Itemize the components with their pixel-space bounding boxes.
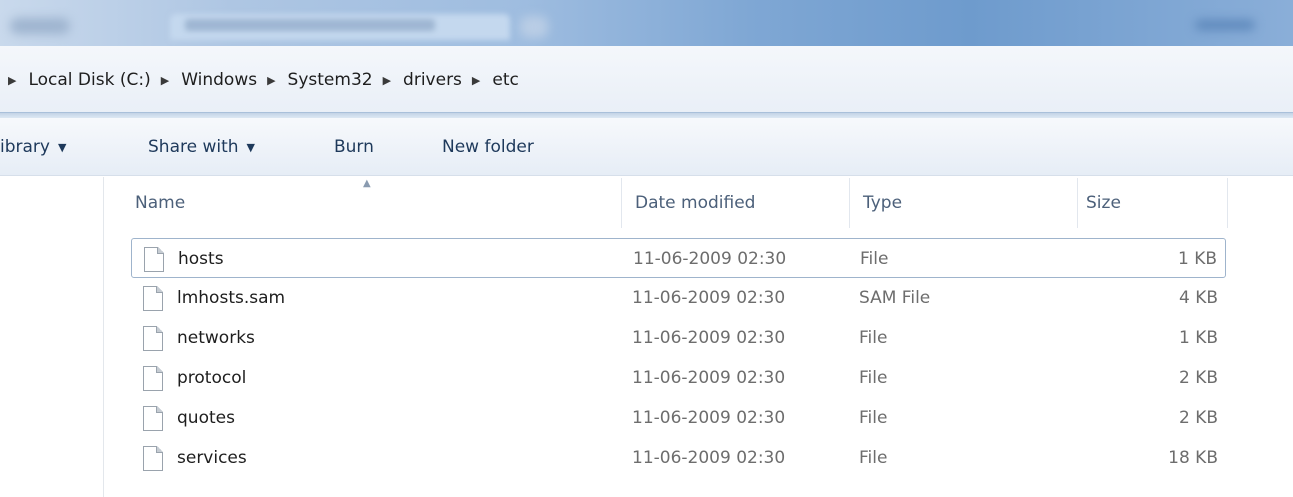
file-size: 1 KB <box>1177 249 1217 269</box>
share-with-label: Share with <box>148 137 239 157</box>
new-folder-label: New folder <box>442 137 534 157</box>
file-row-hosts[interactable]: hosts 11-06-2009 02:30 File 1 KB <box>131 238 1226 278</box>
file-type: File <box>859 408 888 428</box>
file-icon <box>143 406 163 431</box>
file-icon <box>143 366 163 391</box>
file-date-modified: 11-06-2009 02:30 <box>632 328 786 348</box>
file-name: quotes <box>177 408 235 428</box>
column-header-row: ▲ Name Date modified Type Size <box>105 178 1293 228</box>
file-type: File <box>860 249 889 269</box>
file-name: lmhosts.sam <box>177 288 286 308</box>
file-size: 4 KB <box>1178 288 1218 308</box>
file-row-protocol[interactable]: protocol 11-06-2009 02:30 File 2 KB <box>131 358 1226 398</box>
file-name: services <box>177 448 247 468</box>
file-date-modified: 11-06-2009 02:30 <box>632 408 786 428</box>
column-header-size-label: Size <box>1086 193 1121 213</box>
new-folder-button[interactable]: New folder <box>442 132 534 162</box>
include-in-library-label: ibrary <box>0 137 50 157</box>
window-controls[interactable] <box>1195 20 1255 30</box>
burn-label: Burn <box>334 137 374 157</box>
file-date-modified: 11-06-2009 02:30 <box>632 448 786 468</box>
navigation-pane[interactable] <box>0 177 104 497</box>
column-header-name-label: Name <box>135 193 186 213</box>
file-date-modified: 11-06-2009 02:30 <box>633 249 787 269</box>
share-with-button[interactable]: Share with ▼ <box>148 132 255 162</box>
column-header-size[interactable]: Size <box>1078 178 1228 228</box>
breadcrumb[interactable]: ▶ Local Disk (C:) ▶ Windows ▶ System32 ▶… <box>8 60 1293 100</box>
breadcrumb-chevron-icon[interactable]: ▶ <box>383 74 391 87</box>
file-name: hosts <box>178 249 224 269</box>
column-header-name[interactable]: Name <box>105 178 622 228</box>
browser-tab-title <box>185 19 435 31</box>
breadcrumb-chevron-icon[interactable]: ▶ <box>8 74 16 87</box>
breadcrumb-chevron-icon[interactable]: ▶ <box>161 74 169 87</box>
chevron-down-icon: ▼ <box>57 140 67 154</box>
breadcrumb-etc[interactable]: etc <box>488 70 522 90</box>
file-name: protocol <box>177 368 247 388</box>
file-type: File <box>859 368 888 388</box>
burn-button[interactable]: Burn <box>334 132 374 162</box>
file-icon <box>144 247 164 272</box>
file-type: SAM File <box>859 288 931 308</box>
column-header-type-label: Type <box>863 193 903 213</box>
file-icon <box>143 326 163 351</box>
file-row-quotes[interactable]: quotes 11-06-2009 02:30 File 2 KB <box>131 398 1226 438</box>
file-size: 2 KB <box>1178 408 1218 428</box>
file-date-modified: 11-06-2009 02:30 <box>632 288 786 308</box>
breadcrumb-chevron-icon[interactable]: ▶ <box>267 74 275 87</box>
file-name: networks <box>177 328 255 348</box>
chevron-down-icon: ▼ <box>246 140 255 154</box>
file-type: File <box>859 448 888 468</box>
column-header-type[interactable]: Type <box>850 178 1078 228</box>
include-in-library-button[interactable]: ibrary ▼ <box>0 132 66 162</box>
window-title-bar <box>0 0 1293 46</box>
breadcrumb-windows[interactable]: Windows <box>177 70 261 90</box>
column-header-date[interactable]: Date modified <box>622 178 850 228</box>
command-toolbar: ibrary ▼ Share with ▼ Burn New folder <box>0 118 1293 176</box>
breadcrumb-local-disk[interactable]: Local Disk (C:) <box>24 70 154 90</box>
file-icon <box>143 446 163 471</box>
blurred-back-button <box>10 18 70 34</box>
new-tab-button[interactable] <box>520 16 548 38</box>
file-date-modified: 11-06-2009 02:30 <box>632 368 786 388</box>
file-size: 18 KB <box>1168 448 1218 468</box>
file-size: 1 KB <box>1178 328 1218 348</box>
breadcrumb-drivers[interactable]: drivers <box>399 70 466 90</box>
column-header-date-label: Date modified <box>635 193 756 213</box>
file-row-lmhosts[interactable]: lmhosts.sam 11-06-2009 02:30 SAM File 4 … <box>131 278 1226 318</box>
file-row-services[interactable]: services 11-06-2009 02:30 File 18 KB <box>131 438 1226 478</box>
file-icon <box>143 286 163 311</box>
breadcrumb-chevron-icon[interactable]: ▶ <box>472 74 480 87</box>
file-type: File <box>859 328 888 348</box>
file-row-networks[interactable]: networks 11-06-2009 02:30 File 1 KB <box>131 318 1226 358</box>
breadcrumb-system32[interactable]: System32 <box>284 70 377 90</box>
file-size: 2 KB <box>1178 368 1218 388</box>
